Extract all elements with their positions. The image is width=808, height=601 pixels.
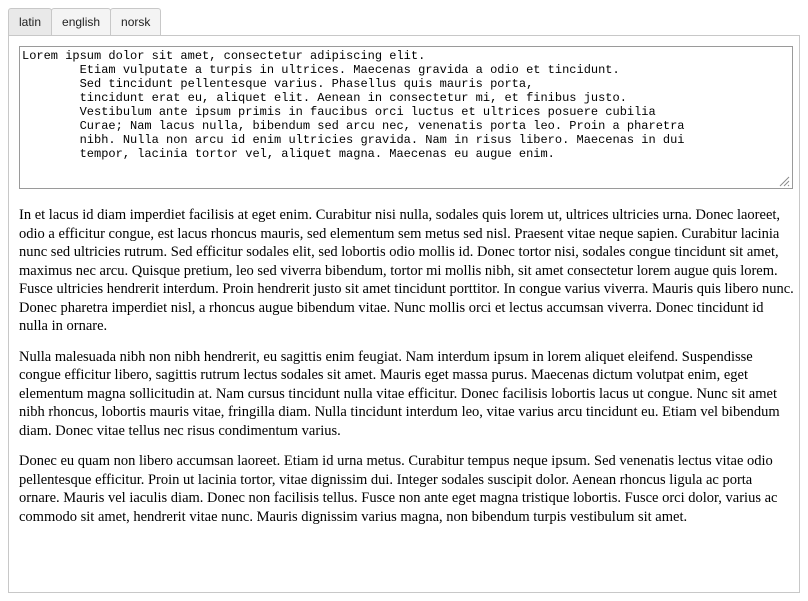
tab-bar: latin english norsk	[8, 8, 162, 36]
paragraph: Donec eu quam non libero accumsan laoree…	[19, 453, 778, 525]
paragraph: Nulla malesuada nibh non nibh hendrerit,…	[19, 348, 780, 439]
tab-latin[interactable]: latin	[8, 8, 53, 35]
resize-grip-icon[interactable]	[778, 174, 790, 187]
tab-english[interactable]: english	[51, 8, 112, 35]
editor-text[interactable]: Lorem ipsum dolor sit amet, consectetur …	[22, 49, 790, 161]
paragraph: In et lacus id diam imperdiet facilisis …	[19, 207, 794, 334]
text-editor[interactable]: Lorem ipsum dolor sit amet, consectetur …	[19, 46, 793, 189]
tab-norsk[interactable]: norsk	[110, 8, 162, 35]
article-content: In et lacus id diam imperdiet facilisis …	[19, 206, 795, 538]
tab-panel: Lorem ipsum dolor sit amet, consectetur …	[8, 35, 800, 593]
